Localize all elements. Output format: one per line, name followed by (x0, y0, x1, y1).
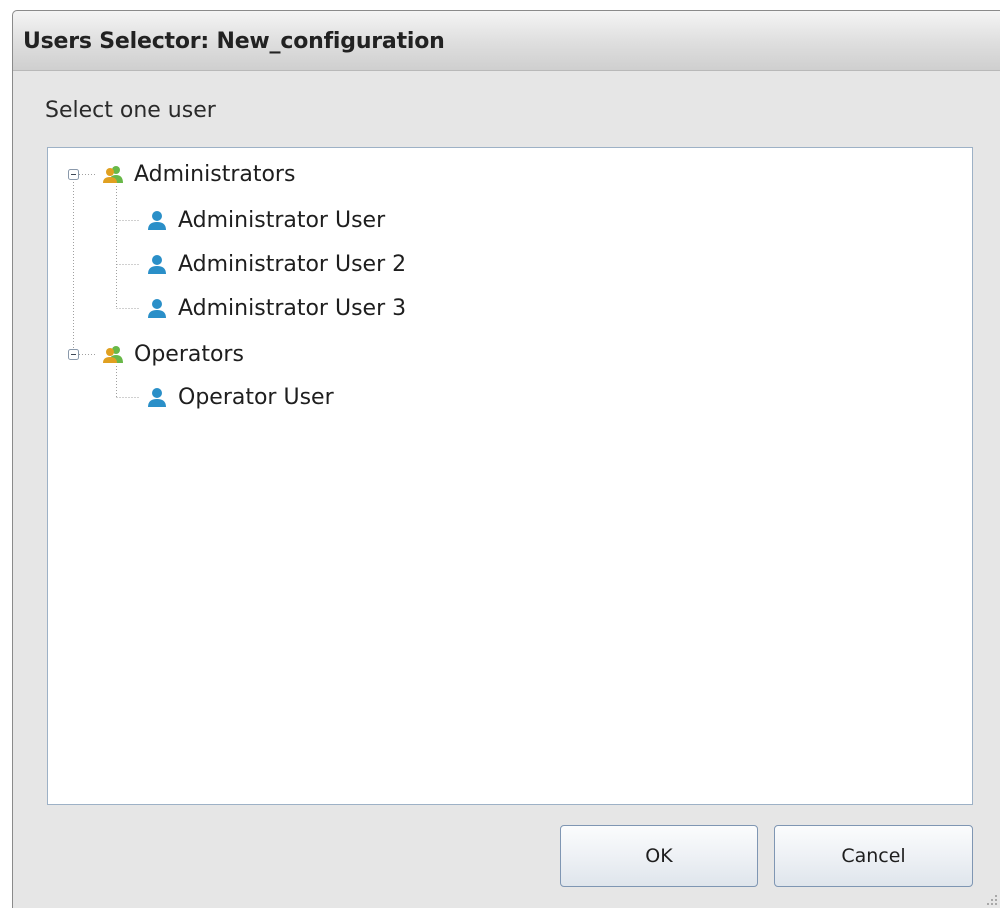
tree-item-operator-user[interactable]: Operator User (142, 381, 334, 413)
user-icon (142, 249, 172, 279)
collapse-toggle-administrators (68, 169, 79, 180)
tree-item-label: Administrator User 3 (178, 295, 407, 321)
collapse-toggle-operators (68, 349, 79, 360)
ok-button[interactable]: OK (560, 825, 758, 887)
user-tree[interactable]: Administrators Administrator User Admini… (47, 147, 973, 805)
tree-item-administrator-user[interactable]: Administrator User (142, 204, 385, 236)
instruction-label: Select one user (45, 98, 216, 123)
user-icon (142, 293, 172, 323)
user-group-icon (98, 159, 128, 189)
tree-group-label: Administrators (134, 161, 296, 187)
tree-group-label: Operators (134, 341, 244, 367)
user-icon (142, 205, 172, 235)
users-selector-dialog: Users Selector: New_configuration Select… (12, 10, 1000, 908)
user-icon (142, 382, 172, 412)
tree-group-administrators[interactable]: Administrators (98, 158, 295, 190)
tree-item-label: Operator User (178, 384, 334, 410)
tree-item-administrator-user-3[interactable]: Administrator User 3 (142, 292, 406, 324)
tree-group-operators[interactable]: Operators (98, 338, 244, 370)
tree-item-administrator-user-2[interactable]: Administrator User 2 (142, 248, 406, 280)
tree-item-label: Administrator User (178, 207, 386, 233)
tree-lines (68, 169, 140, 398)
resize-grip-icon[interactable] (984, 892, 998, 906)
user-group-icon (98, 339, 128, 369)
cancel-button[interactable]: Cancel (774, 825, 973, 887)
title-bar[interactable]: Users Selector: New_configuration (13, 11, 1000, 71)
tree-item-label: Administrator User 2 (178, 251, 407, 277)
window-title: Users Selector: New_configuration (23, 29, 445, 54)
